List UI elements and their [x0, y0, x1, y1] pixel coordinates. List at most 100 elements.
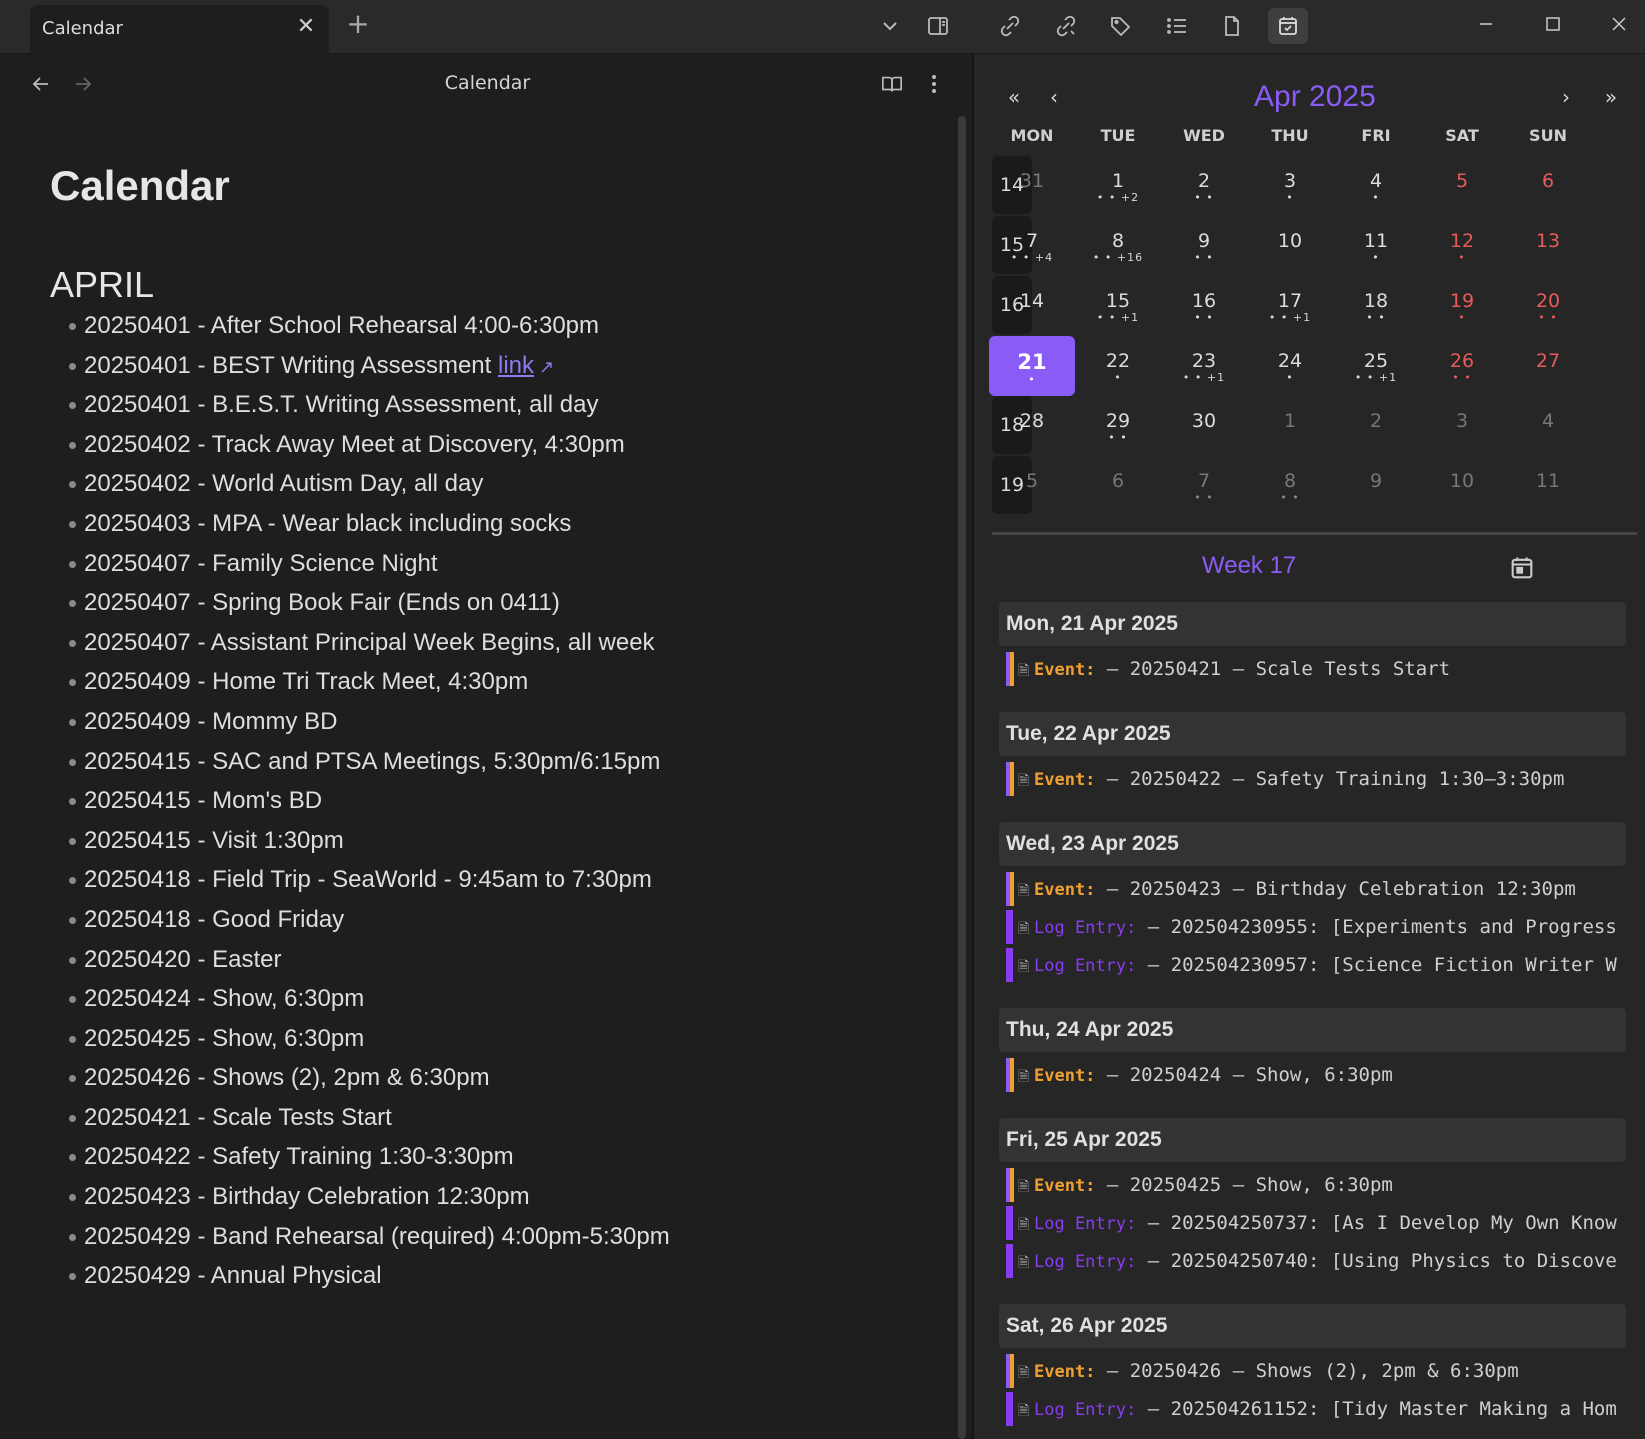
tab-list-chevron-down-icon[interactable] [870, 8, 910, 44]
day-cell[interactable]: 25 • • +1 [1333, 336, 1419, 396]
day-heading[interactable]: Tue, 22 Apr 2025 [999, 712, 1626, 756]
next-year-button[interactable]: » [1598, 84, 1624, 110]
tab-calendar[interactable]: Calendar ✕ [30, 5, 329, 54]
day-cell[interactable]: 11 [1505, 456, 1591, 516]
day-cell[interactable]: 20 • • [1505, 276, 1591, 336]
tags-icon[interactable] [1101, 8, 1141, 44]
day-cell[interactable]: 7 • • +4 [989, 216, 1075, 276]
week-title[interactable]: Week 17 [1202, 552, 1296, 580]
day-cell[interactable]: 17 • • +1 [1247, 276, 1333, 336]
day-cell[interactable]: 7 • • [1161, 456, 1247, 516]
log-entry[interactable]: 🗎 Log Entry: – 202504230957: [Science Fic… [999, 946, 1626, 984]
day-cell[interactable]: 1 [1247, 396, 1333, 456]
day-cell[interactable]: 5 [989, 456, 1075, 516]
day-cell[interactable]: 29 • • [1075, 396, 1161, 456]
minimize-icon[interactable] [1466, 8, 1506, 40]
day-cell[interactable]: 16 • • [1161, 276, 1247, 336]
day-cell[interactable]: 2 • • [1161, 156, 1247, 216]
list-item-text: 20250426 - Shows (2), 2pm & 6:30pm [84, 1064, 490, 1092]
list-item: 20250423 - Birthday Celebration 12:30pm [69, 1177, 670, 1217]
list-item: 20250403 - MPA - Wear black including so… [69, 504, 670, 544]
day-cell[interactable]: 18 • • [1333, 276, 1419, 336]
day-cell[interactable]: 4 [1505, 396, 1591, 456]
today-cell[interactable]: 21 • [989, 336, 1075, 396]
toggle-sidebar-icon[interactable] [918, 8, 958, 44]
day-heading[interactable]: Fri, 25 Apr 2025 [999, 1118, 1626, 1162]
event-entry[interactable]: 🗎 Event: – 20250426 – Shows (2), 2pm & 6:… [999, 1352, 1626, 1390]
file-icon[interactable] [1212, 8, 1252, 44]
entry-color-bar [1006, 1206, 1013, 1240]
day-cell[interactable]: 6 [1505, 156, 1591, 216]
reading-view-book-icon[interactable] [878, 70, 906, 98]
log-entry[interactable]: 🗎 Log Entry: – 202504250740: [Using Physi… [999, 1242, 1626, 1280]
day-cell[interactable]: 28 [989, 396, 1075, 456]
close-window-icon[interactable] [1599, 8, 1639, 40]
day-number: 30 [1191, 410, 1217, 432]
day-cell[interactable]: 14 [989, 276, 1075, 336]
backlinks-icon[interactable] [990, 8, 1030, 44]
close-tab-icon[interactable]: ✕ [295, 16, 317, 38]
more-options-icon[interactable] [920, 70, 948, 98]
day-cell[interactable]: 8 • • +16 [1075, 216, 1161, 276]
day-number: 1 [1283, 410, 1297, 432]
day-heading[interactable]: Sat, 26 Apr 2025 [999, 1304, 1626, 1348]
day-cell[interactable]: 22 • [1075, 336, 1161, 396]
calendar-icon[interactable] [1508, 554, 1536, 582]
prev-month-button[interactable]: ‹ [1041, 84, 1067, 110]
outgoing-links-icon[interactable] [1046, 8, 1086, 44]
outline-list-icon[interactable] [1157, 8, 1197, 44]
day-cell[interactable]: 12 • [1419, 216, 1505, 276]
list-item-text: 20250402 - Track Away Meet at Discovery,… [84, 430, 625, 458]
prev-year-button[interactable]: « [1001, 84, 1027, 110]
log-entry[interactable]: 🗎 Log Entry: – 202504230955: [Experiments… [999, 908, 1626, 946]
new-tab-button[interactable]: + [344, 10, 372, 38]
day-cell[interactable]: 6 [1075, 456, 1161, 516]
day-cell[interactable]: 10 [1247, 216, 1333, 276]
day-cell[interactable]: 15 • • +1 [1075, 276, 1161, 336]
day-heading[interactable]: Wed, 23 Apr 2025 [999, 822, 1626, 866]
day-cell[interactable]: 10 [1419, 456, 1505, 516]
day-cell[interactable]: 8 • • [1247, 456, 1333, 516]
list-item-text: 20250418 - Good Friday [84, 905, 345, 933]
event-entry[interactable]: 🗎 Event: – 20250423 – Birthday Celebratio… [999, 870, 1626, 908]
day-cell[interactable]: 5 [1419, 156, 1505, 216]
day-cell[interactable]: 30 [1161, 396, 1247, 456]
day-cell[interactable]: 1 • • +2 [1075, 156, 1161, 216]
event-entry[interactable]: 🗎 Event: – 20250425 – Show, 6:30pm [999, 1166, 1626, 1204]
file-icon: 🗎 [1018, 773, 1030, 789]
entry-text: – 20250425 – Show, 6:30pm [1095, 1174, 1393, 1196]
log-entry[interactable]: 🗎 Log Entry: – 202504250737: [As I Develo… [999, 1204, 1626, 1242]
event-entry[interactable]: 🗎 Event: – 20250424 – Show, 6:30pm [999, 1056, 1626, 1094]
day-cell[interactable]: 9 • • [1161, 216, 1247, 276]
day-cell[interactable]: 4 • [1333, 156, 1419, 216]
external-link[interactable]: link [498, 352, 534, 379]
day-number: 4 [1369, 170, 1383, 192]
day-cell[interactable]: 11 • [1333, 216, 1419, 276]
scrollbar[interactable] [958, 116, 966, 1439]
day-cell[interactable]: 19 • [1419, 276, 1505, 336]
event-entry[interactable]: 🗎 Event: – 20250422 – Safety Training 1:3… [999, 760, 1626, 798]
calendar-check-icon[interactable] [1268, 8, 1308, 44]
entry-label: Event: [1034, 1176, 1096, 1196]
day-cell[interactable]: 23 • • +1 [1161, 336, 1247, 396]
note-dots: • [1458, 251, 1466, 264]
day-cell[interactable]: 31 [989, 156, 1075, 216]
day-heading[interactable]: Thu, 24 Apr 2025 [999, 1008, 1626, 1052]
day-cell[interactable]: 27 [1505, 336, 1591, 396]
note-header-title[interactable]: Calendar [0, 72, 975, 94]
note-dots: • • [1194, 191, 1214, 204]
day-cell[interactable]: 2 [1333, 396, 1419, 456]
event-entry[interactable]: 🗎 Event: – 20250421 – Scale Tests Start [999, 650, 1626, 688]
day-heading[interactable]: Mon, 21 Apr 2025 [999, 602, 1626, 646]
day-cell[interactable]: 9 [1333, 456, 1419, 516]
month-title[interactable]: Apr 2025 [1254, 80, 1376, 114]
next-month-button[interactable]: › [1553, 84, 1579, 110]
day-cell[interactable]: 3 [1419, 396, 1505, 456]
entry-text: – 202504230957: [Science Fiction Writer … [1136, 954, 1617, 976]
day-cell[interactable]: 26 • • [1419, 336, 1505, 396]
log-entry[interactable]: 🗎 Log Entry: – 202504261152: [Tidy Master… [999, 1390, 1626, 1428]
day-cell[interactable]: 3 • [1247, 156, 1333, 216]
day-cell[interactable]: 13 [1505, 216, 1591, 276]
day-cell[interactable]: 24 • [1247, 336, 1333, 396]
maximize-icon[interactable] [1533, 8, 1573, 40]
